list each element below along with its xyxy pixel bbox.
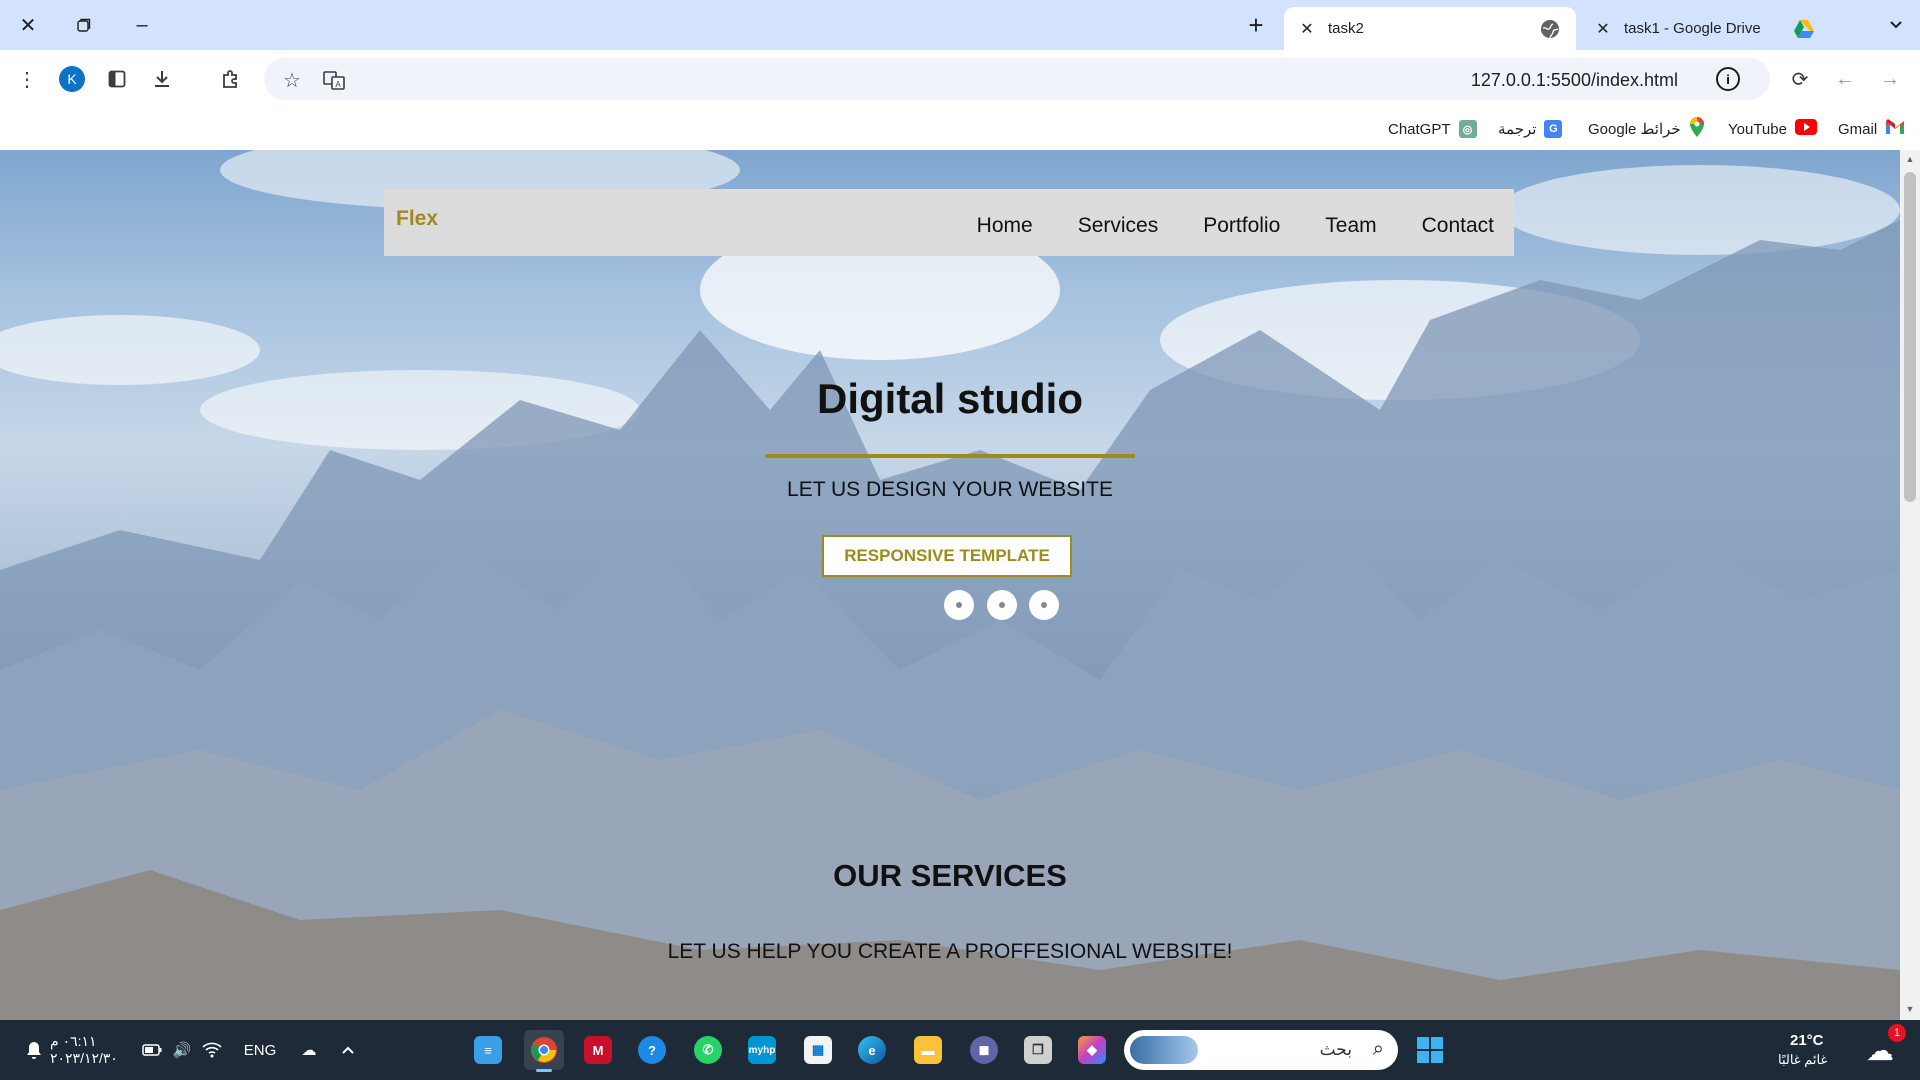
tab-title: task2 (1328, 20, 1364, 37)
nav-link-services[interactable]: Services (1078, 214, 1159, 238)
page-viewport: Flex Home Services Portfolio Team Contac… (0, 150, 1900, 1020)
microsoft-store-app-icon[interactable]: ▦ (798, 1030, 838, 1070)
notification-badge: 1 (1888, 1024, 1906, 1042)
nav-link-team[interactable]: Team (1325, 214, 1376, 238)
bookmark-label: Google خرائط (1588, 121, 1681, 138)
chrome-app-icon[interactable] (524, 1030, 564, 1072)
google-translate-icon: G (1544, 120, 1563, 138)
myhp-app-icon[interactable]: myhp (742, 1030, 782, 1070)
slider-dot-1[interactable] (944, 590, 974, 620)
map-pin-icon (1689, 117, 1705, 141)
scroll-up-arrow-icon[interactable]: ▲ (1904, 154, 1916, 166)
bookmark-label: YouTube (1728, 120, 1787, 138)
close-tab-icon[interactable]: ✕ (1296, 19, 1318, 39)
gmail-icon (1885, 119, 1905, 139)
tab-title: task1 - Google Drive (1624, 20, 1761, 37)
profile-avatar[interactable]: K (59, 66, 85, 92)
new-tab-button[interactable]: + (1238, 8, 1274, 42)
show-hidden-icons-chevron-icon[interactable] (336, 1034, 360, 1066)
download-icon[interactable] (145, 62, 179, 96)
windows-start-icon[interactable] (1410, 1030, 1450, 1070)
language-indicator[interactable]: ENG (242, 1034, 278, 1066)
address-bar[interactable]: ☆ A 127.0.0.1:5500/index.html i (264, 58, 1770, 100)
bookmark-gmail[interactable]: Gmail (1838, 116, 1905, 142)
close-window-icon[interactable]: ✕ (8, 8, 48, 42)
wifi-icon[interactable] (200, 1034, 224, 1066)
globe-icon (1538, 17, 1562, 41)
nav-link-contact[interactable]: Contact (1422, 214, 1494, 238)
weather-description: غائم غالبًا (1778, 1052, 1828, 1067)
google-drive-icon (1792, 17, 1816, 41)
hero-divider (765, 454, 1135, 458)
clock-time: ٠٦:١١ م (50, 1033, 97, 1049)
notification-bell-icon[interactable] (22, 1034, 46, 1066)
responsive-template-button[interactable]: RESPONSIVE TEMPLATE (822, 535, 1072, 577)
search-icon: ⌕ (1372, 1038, 1384, 1060)
search-placeholder: بحث (1319, 1040, 1352, 1059)
bookmark-google-maps[interactable]: Google خرائط (1588, 116, 1705, 142)
bookmark-chatgpt[interactable]: ChatGPT ◎ (1388, 116, 1477, 142)
site-info-icon[interactable]: i (1716, 67, 1740, 91)
tab-task2[interactable]: ✕ task2 (1284, 7, 1576, 50)
menu-kebab-icon[interactable]: ⋮ (10, 62, 44, 96)
slider-dot-2[interactable] (987, 590, 1017, 620)
hero-title: Digital studio (817, 375, 1083, 422)
scroll-down-arrow-icon[interactable]: ▼ (1904, 1004, 1916, 1016)
restore-window-icon[interactable] (64, 8, 104, 42)
bookmark-star-icon[interactable]: ☆ (278, 66, 306, 94)
bookmark-label: Gmail (1838, 120, 1878, 138)
back-arrow-icon[interactable]: ← (1828, 62, 1862, 96)
page-scrollbar[interactable]: ▲ ▼ (1900, 150, 1920, 1020)
services-title: OUR SERVICES (833, 858, 1067, 893)
file-explorer-app-icon[interactable]: ▬ (908, 1030, 948, 1070)
bookmark-label: ChatGPT (1388, 120, 1451, 138)
close-tab-icon[interactable]: ✕ (1592, 19, 1614, 39)
search-highlight-image (1130, 1036, 1198, 1064)
scrollbar-thumb[interactable] (1904, 172, 1916, 502)
chatgpt-icon: ◎ (1458, 120, 1477, 138)
extensions-icon[interactable] (214, 62, 248, 96)
nav-link-portfolio[interactable]: Portfolio (1203, 214, 1280, 238)
tab-google-drive[interactable]: ✕ task1 - Google Drive (1580, 7, 1830, 50)
minimize-window-icon[interactable]: – (122, 8, 162, 42)
site-brand-logo[interactable]: Flex (396, 207, 438, 231)
site-navbar: Flex Home Services Portfolio Team Contac… (384, 189, 1514, 256)
youtube-icon (1794, 119, 1817, 139)
bookmark-label: ترجمة (1498, 121, 1537, 138)
help-app-icon[interactable]: ? (632, 1030, 672, 1070)
hero-subtitle: LET US DESIGN YOUR WEBSITE (787, 478, 1113, 501)
mcafee-app-icon[interactable]: M (578, 1030, 618, 1070)
browser-tab-strip: ✕ – + ✕ task2 ✕ task1 - Google Drive (0, 0, 1920, 50)
slider-dot-3[interactable] (1029, 590, 1059, 620)
svg-text:A: A (335, 80, 341, 89)
forward-arrow-icon[interactable]: → (1873, 62, 1907, 96)
clock[interactable]: ٠٦:١١ م ٢٠٢٣/١٢/٣٠ (50, 1033, 130, 1066)
volume-icon[interactable]: 🔊 (170, 1034, 194, 1066)
translate-icon[interactable]: A (320, 66, 348, 94)
task-view-app-icon[interactable]: ❐ (1018, 1030, 1058, 1070)
tab-search-chevron-icon[interactable] (1880, 10, 1912, 40)
notepad-app-icon[interactable]: ≡ (468, 1030, 508, 1070)
edge-app-icon[interactable]: e (852, 1030, 892, 1070)
url-text: 127.0.0.1:5500/index.html (1470, 70, 1678, 90)
bookmarks-bar: ChatGPT ◎ ترجمة G Google خرائط YouTube G… (0, 108, 1920, 150)
nav-link-home[interactable]: Home (977, 214, 1033, 238)
reload-icon[interactable]: ⟳ (1783, 62, 1817, 96)
copilot-app-icon[interactable]: ◆ (1072, 1030, 1112, 1070)
weather-widget[interactable]: 21°C غائم غالبًا ☁ 1 (1778, 1024, 1910, 1070)
bookmark-translate[interactable]: ترجمة G (1498, 116, 1563, 142)
teams-app-icon[interactable]: ◼ (964, 1030, 1004, 1070)
bookmark-youtube[interactable]: YouTube (1728, 116, 1817, 142)
weather-temperature: 21°C (1790, 1032, 1824, 1049)
windows-taskbar: ٠٦:١١ م ٢٠٢٣/١٢/٣٠ 🔊 ENG ☁ ≡ M ? ✆ myhp … (0, 1020, 1920, 1080)
side-panel-icon[interactable] (100, 62, 134, 96)
battery-icon[interactable] (140, 1034, 164, 1066)
taskbar-search-box[interactable]: بحث ⌕ (1124, 1030, 1398, 1070)
whatsapp-app-icon[interactable]: ✆ (688, 1030, 728, 1070)
services-subtitle: LET US HELP YOU CREATE A PROFFESIONAL WE… (667, 940, 1233, 963)
onedrive-cloud-icon[interactable]: ☁ (296, 1034, 322, 1066)
clock-date: ٢٠٢٣/١٢/٣٠ (50, 1050, 118, 1066)
